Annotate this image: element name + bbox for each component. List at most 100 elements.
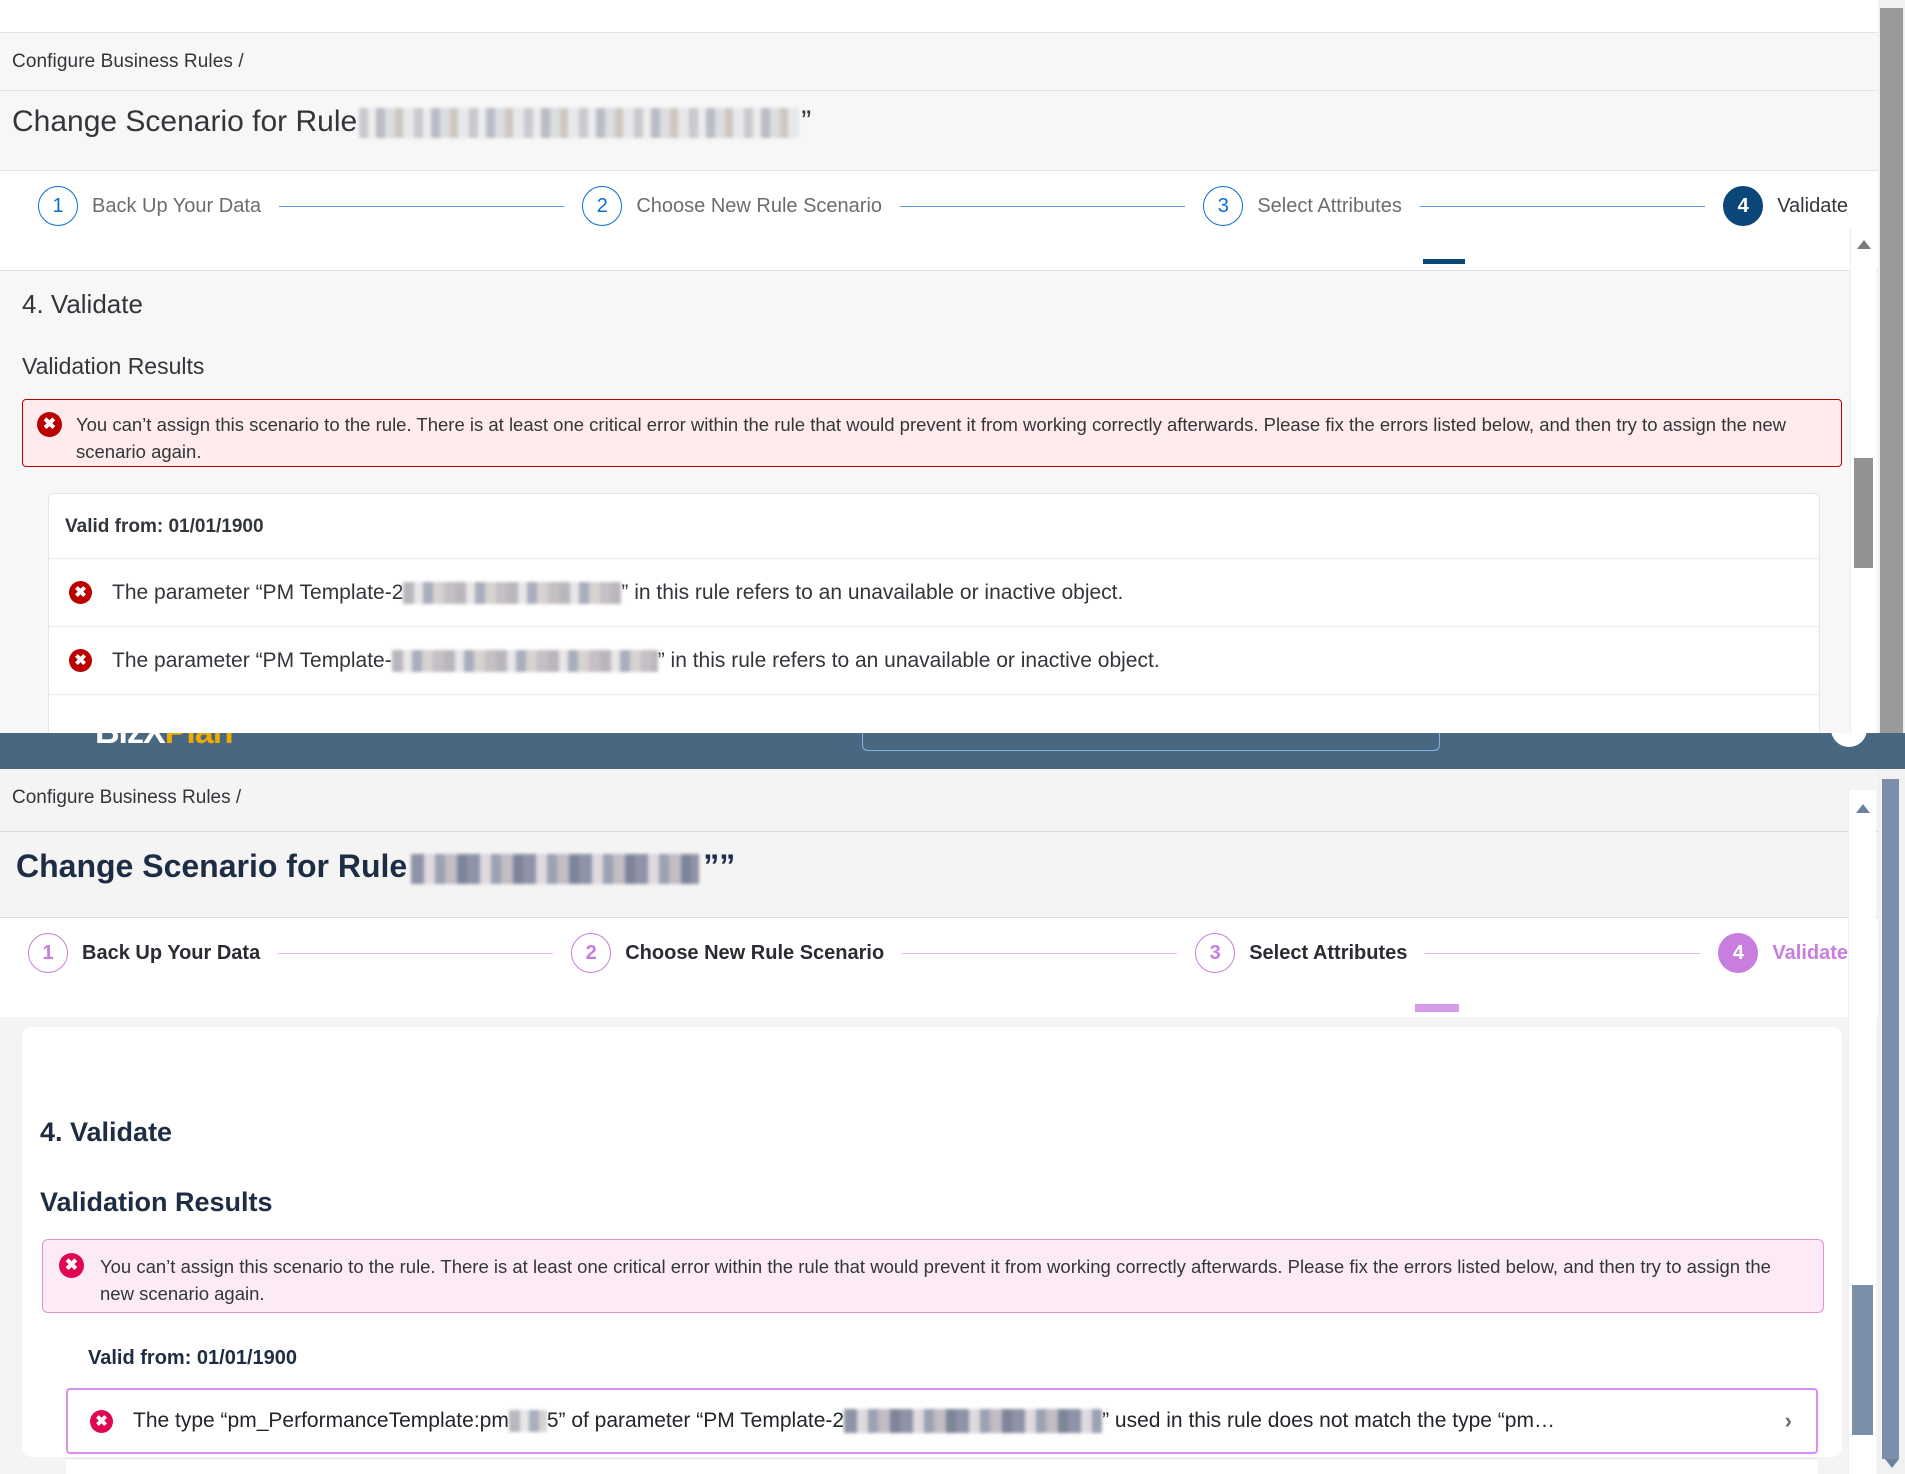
wizard-step-4-number: 4 [1718,933,1759,973]
page-scrollbar-top[interactable] [1878,0,1905,733]
redacted-parameter-name [391,649,658,672]
valid-from-label: Valid from: 01/01/1900 [88,1347,298,1369]
error-item-text-before: The parameter “PM Template- [112,648,392,672]
page-title-prefix: Change Scenario for Rule [16,848,408,884]
error-list-item[interactable]: ✖ The parameter “PM Template- ” in this r… [49,626,1819,694]
error-item-text: The parameter “PM Template- ” in this rul… [112,649,1160,673]
wizard-connector-1 [278,952,554,954]
wizard-connector-3 [1419,205,1706,207]
page-title-prefix: Change Scenario for Rule [12,105,358,138]
redacted-type-fragment [508,1410,547,1433]
global-search-input[interactable] [862,733,1440,751]
error-message-text: You can’t assign this scenario to the ru… [76,414,1787,462]
wizard-step-3-label: Select Attributes [1249,941,1408,964]
validation-results-card: Valid from: 01/01/1900 ✖ The parameter “… [48,493,1820,733]
scroll-down-arrow-icon[interactable] [1884,1459,1899,1468]
breadcrumb-bar-bottom: Configure Business Rules / [0,769,1878,831]
scrollbar-thumb[interactable] [1854,458,1873,568]
title-bar-top: Change Scenario for Rule ” [0,90,1878,170]
error-item-text-before: The parameter “PM Template-2 [112,580,404,604]
avatar[interactable] [1831,733,1867,747]
page-scrollbar-bottom[interactable] [1878,769,1905,1474]
error-circle-icon: ✖ [69,581,92,604]
error-item-text: The parameter “PM Template-2 ” in this ru… [112,581,1123,605]
page-title: Change Scenario for Rule ”” [16,848,735,885]
wizard-step-1-number: 1 [38,186,78,226]
scrollbar-thumb[interactable] [1852,1285,1873,1435]
wizard-step-2[interactable]: 2 Choose New Rule Scenario [571,933,884,973]
wizard-step-3[interactable]: 3 Select Attributes [1195,933,1407,973]
breadcrumb-bar-top: Configure Business Rules / [0,32,1878,90]
chevron-right-icon[interactable]: › [1785,1408,1800,1434]
redacted-parameter-name [403,581,622,604]
app-logo-text: BizX [95,733,166,751]
wizard-step-4-label: Validate [1772,941,1849,964]
wizard-step-1-label: Back Up Your Data [82,941,261,964]
error-item-text-after: ” in this rule refers to an unavailable … [621,580,1124,604]
error-circle-icon: ✖ [59,1253,84,1278]
wizard-progress-bottom: 1 Back Up Your Data 2 Choose New Rule Sc… [0,917,1878,1017]
wizard-step-3-number: 3 [1195,933,1236,973]
wizard-active-indicator [1423,259,1465,264]
content-scrollbar-top[interactable] [1850,228,1876,733]
title-bar-bottom: Change Scenario for Rule ”” [0,831,1878,917]
validation-page-high-contrast-theme: Configure Business Rules / Change Scenar… [0,769,1905,1474]
section-title: 4. Validate [40,1117,173,1147]
validation-page-default-theme: Configure Business Rules / Change Scenar… [0,0,1905,733]
error-list-item-partial[interactable] [49,694,1819,733]
scrollbar-thumb[interactable] [1882,779,1899,1459]
wizard-step-3-number: 3 [1203,186,1244,226]
section-title: 4. Validate [22,289,143,319]
wizard-step-1[interactable]: 1 Back Up Your Data [28,933,260,973]
wizard-connector-1 [279,205,565,207]
breadcrumb[interactable]: Configure Business Rules / [12,787,241,809]
top-blank-strip [0,0,1878,32]
error-message-strip: ✖ You can’t assign this scenario to the … [22,399,1842,467]
wizard-step-2-number: 2 [571,933,612,973]
app-logo[interactable]: BizXPlan [95,733,233,752]
wizard-step-4[interactable]: 4 Validate [1718,933,1848,973]
error-item-text-before: The type “pm_PerformanceTemplate:pm [133,1408,509,1432]
scroll-up-arrow-icon[interactable] [1856,240,1871,249]
error-list-item[interactable]: ✖ The type “pm_PerformanceTemplate:pm5” … [66,1458,1818,1474]
wizard-connector-2 [900,205,1186,207]
scrollbar-thumb[interactable] [1880,8,1903,733]
wizard-connector-3 [1425,952,1701,954]
section-subtitle: Validation Results [40,1187,273,1217]
wizard-active-indicator [1415,1004,1459,1012]
error-list-item[interactable]: ✖ The parameter “PM Template-2 ” in this … [49,558,1819,626]
error-circle-icon: ✖ [69,649,92,672]
page-title-suffix: ”” [703,848,736,884]
app-logo-accent-text: Plan [165,733,234,751]
error-circle-icon: ✖ [90,1409,113,1433]
wizard-step-2-number: 2 [582,186,623,226]
wizard-step-4-label: Validate [1777,194,1848,217]
wizard-step-4[interactable]: 4 Validate [1723,186,1848,226]
app-shell-bar: BizXPlan [0,733,1905,769]
wizard-step-3-label: Select Attributes [1257,194,1402,217]
wizard-step-2-label: Choose New Rule Scenario [625,941,885,964]
error-item-text: The type “pm_PerformanceTemplate:pm 5” of… [133,1408,1785,1434]
wizard-step-2[interactable]: 2 Choose New Rule Scenario [582,186,882,226]
wizard-step-1-label: Back Up Your Data [92,194,261,217]
scroll-up-arrow-icon[interactable] [1855,804,1870,813]
content-scrollbar-bottom[interactable] [1848,790,1876,1474]
wizard-progress-top: 1 Back Up Your Data 2 Choose New Rule Sc… [0,170,1878,270]
page-title-suffix: ” [801,105,812,138]
wizard-step-1[interactable]: 1 Back Up Your Data [38,186,261,226]
page-title: Change Scenario for Rule ” [12,105,811,139]
redacted-rule-name [411,853,700,884]
error-message-text: You can’t assign this scenario to the ru… [100,1256,1771,1305]
error-list-item[interactable]: ✖ The type “pm_PerformanceTemplate:pm 5” … [66,1388,1818,1454]
wizard-step-3[interactable]: 3 Select Attributes [1203,186,1402,226]
breadcrumb[interactable]: Configure Business Rules / [12,51,244,73]
validate-content-bottom: 4. Validate Validation Results ✖ You can… [0,1017,1878,1474]
error-item-text-mid: 5” of parameter “PM Template-2 [546,1408,845,1432]
redacted-rule-name [359,108,800,139]
valid-from-label: Valid from: 01/01/1900 [65,516,264,537]
wizard-connector-2 [902,952,1178,954]
wizard-step-4-number: 4 [1723,186,1764,226]
redacted-parameter-name [844,1409,1103,1434]
section-subtitle: Validation Results [22,353,205,379]
validate-content-top: 4. Validate Validation Results ✖ You can… [0,270,1878,733]
